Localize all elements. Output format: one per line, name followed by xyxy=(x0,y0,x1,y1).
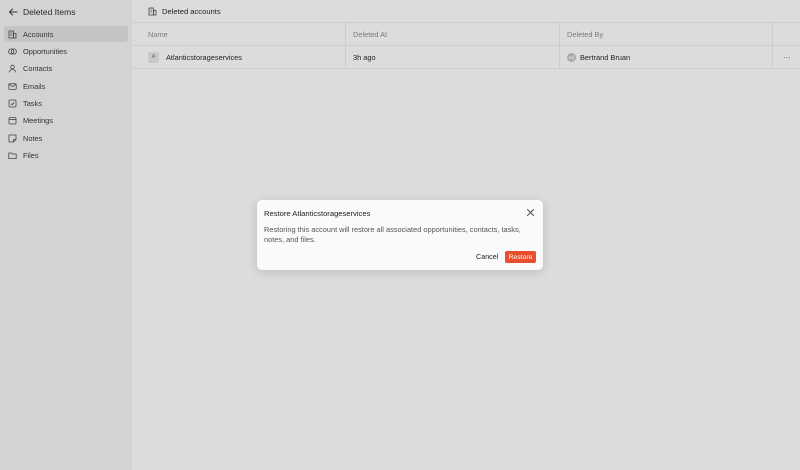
cell-actions: ··· xyxy=(773,46,800,68)
calendar-icon xyxy=(8,116,17,125)
page-title: Deleted accounts xyxy=(162,6,221,16)
deleted-accounts-table: Name Deleted At Deleted By A Atlanticsto… xyxy=(132,23,800,69)
account-name[interactable]: Atlanticstorageservices xyxy=(166,53,242,62)
cell-name: A Atlanticstorageservices xyxy=(132,46,346,68)
restore-button[interactable]: Restore xyxy=(505,251,536,263)
restore-dialog: Restore Atlanticstorageservices Restorin… xyxy=(257,200,543,270)
sidebar-item-label: Contacts xyxy=(23,64,53,74)
close-icon[interactable] xyxy=(526,208,535,217)
sidebar-item-tasks[interactable]: Tasks xyxy=(4,96,128,112)
cancel-button[interactable]: Cancel xyxy=(476,252,498,261)
account-avatar: A xyxy=(148,51,159,63)
sidebar-nav: Accounts Opportunities Contacts Emails T… xyxy=(0,26,132,164)
sidebar-header: Deleted Items xyxy=(0,0,132,23)
mail-icon xyxy=(8,82,17,91)
cell-deleted-by: BB Bertrand Bruan xyxy=(560,46,773,68)
sidebar-item-label: Accounts xyxy=(23,29,54,39)
dialog-message: Restoring this account will restore all … xyxy=(264,225,521,244)
cell-deleted-at: 3h ago xyxy=(346,46,560,68)
sidebar-item-contacts[interactable]: Contacts xyxy=(4,61,128,77)
more-options-icon[interactable]: ··· xyxy=(783,52,791,62)
page-header: Deleted accounts xyxy=(132,0,800,23)
sidebar-item-label: Meetings xyxy=(23,116,53,126)
column-header-deleted-by[interactable]: Deleted By xyxy=(560,23,773,45)
sidebar: Deleted Items Accounts Opportunities Con… xyxy=(0,0,132,470)
table-row[interactable]: A Atlanticstorageservices 3h ago BB Bert… xyxy=(132,46,800,69)
building-icon xyxy=(148,7,157,16)
user-avatar: BB xyxy=(567,52,576,62)
sidebar-item-notes[interactable]: Notes xyxy=(4,130,128,146)
sidebar-item-label: Files xyxy=(23,151,39,161)
user-icon xyxy=(8,64,17,73)
sidebar-item-label: Notes xyxy=(23,133,43,143)
sidebar-title: Deleted Items xyxy=(23,6,76,17)
deleted-by-name: Bertrand Bruan xyxy=(580,52,631,62)
folder-icon xyxy=(8,151,17,160)
sidebar-item-label: Emails xyxy=(23,81,46,91)
arrow-left-icon[interactable] xyxy=(8,7,18,17)
table-header-row: Name Deleted At Deleted By xyxy=(132,23,800,46)
building-icon xyxy=(8,30,17,39)
sidebar-item-meetings[interactable]: Meetings xyxy=(4,113,128,129)
sidebar-item-opportunities[interactable]: Opportunities xyxy=(4,43,128,59)
checkbox-icon xyxy=(8,99,17,108)
column-header-actions xyxy=(773,23,800,45)
sidebar-item-accounts[interactable]: Accounts xyxy=(4,26,128,42)
opportunities-icon xyxy=(8,47,17,56)
column-header-deleted-at[interactable]: Deleted At xyxy=(346,23,560,45)
dialog-title: Restore Atlanticstorageservices xyxy=(264,209,371,218)
sidebar-item-label: Tasks xyxy=(23,99,42,109)
sidebar-item-label: Opportunities xyxy=(23,46,67,56)
note-icon xyxy=(8,134,17,143)
column-header-name[interactable]: Name xyxy=(132,23,346,45)
sidebar-item-files[interactable]: Files xyxy=(4,148,128,164)
sidebar-item-emails[interactable]: Emails xyxy=(4,78,128,94)
